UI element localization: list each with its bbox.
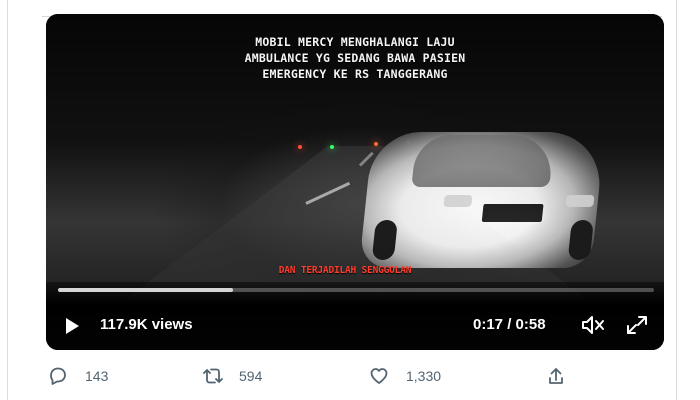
video-time-separator: / [503,316,516,333]
retweet-icon [201,364,225,388]
retweet-button[interactable]: 594 [201,361,262,391]
retweet-count: 594 [239,368,263,384]
fullscreen-button[interactable] [624,313,650,337]
video-views-count: 117.9K views [100,316,193,333]
share-button[interactable] [544,361,568,391]
video-caption-line: MOBIL MERCY MENGHALANGI LAJU [255,35,455,49]
car-left-wheel [371,220,398,260]
left-timeline-divider [7,0,8,400]
distant-green-light [330,145,334,149]
video-progress-fill [58,288,233,292]
reply-button[interactable]: 143 [46,361,108,391]
like-count: 1,330 [406,368,442,384]
reply-count: 143 [85,368,109,384]
play-icon [66,318,79,334]
tweet-media-screenshot: MOBIL MERCY MENGHALANGI LAJU AMBULANCE Y… [0,0,700,400]
video-current-time: 0:17 [473,316,504,333]
speaker-muted-icon [582,316,604,334]
car-rear-window [411,135,555,187]
distant-orange-light [374,142,378,146]
white-mercedes-car [358,132,606,268]
speech-bubble-icon [46,364,70,388]
volume-button[interactable] [579,313,607,337]
car-license-plate [481,204,544,222]
right-timeline-divider [676,0,677,400]
video-caption: MOBIL MERCY MENGHALANGI LAJU AMBULANCE Y… [214,34,496,83]
video-duration: 0:58 [515,316,546,333]
expand-icon [627,316,647,334]
tweet-action-bar: 143 594 1,330 [46,361,576,391]
tweet-video-player[interactable]: MOBIL MERCY MENGHALANGI LAJU AMBULANCE Y… [46,14,664,350]
video-caption-line: AMBULANCE YG SEDANG BAWA PASIEN [244,51,466,66]
distant-red-light [298,145,302,149]
video-subtitle: DAN TERJADILAH SENGGOLAN [278,265,412,276]
car-right-tail-light [565,195,595,207]
video-caption-line: EMERGENCY KE RS TANGGERANG [262,67,448,82]
heart-icon [367,364,391,388]
upload-icon [544,364,568,388]
play-button[interactable] [61,315,83,337]
car-left-tail-light [443,195,473,207]
video-progress-bar[interactable] [58,288,654,292]
video-time-display: 0:17 / 0:58 [473,315,546,335]
like-button[interactable]: 1,330 [367,361,441,391]
